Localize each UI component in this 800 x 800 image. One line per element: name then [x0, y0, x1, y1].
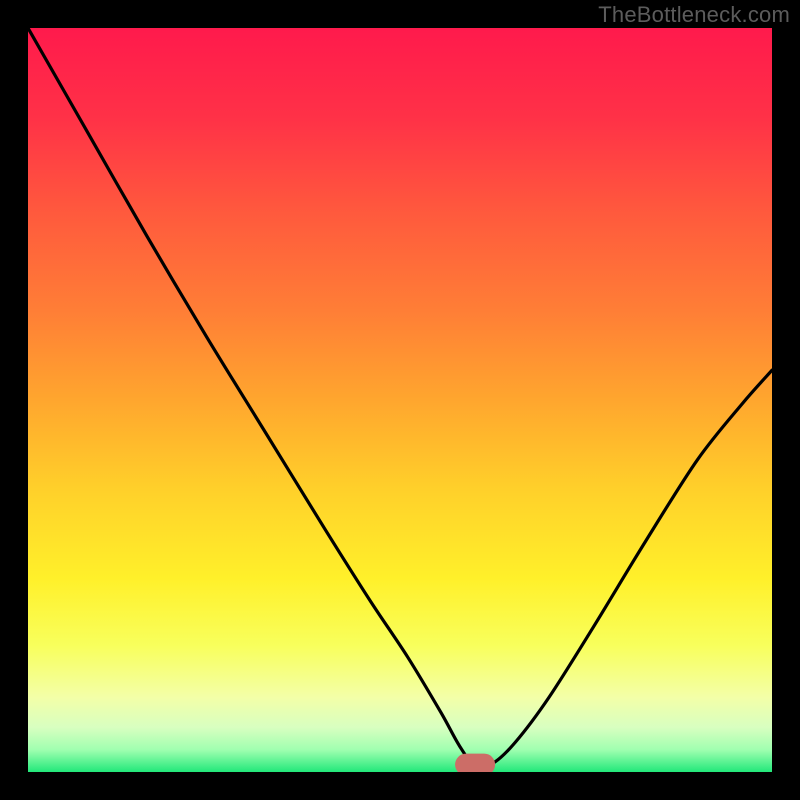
chart-frame: { "watermark": "TheBottleneck.com", "col…	[0, 0, 800, 800]
optimal-marker	[455, 754, 495, 776]
bottleneck-chart	[0, 0, 800, 800]
gradient-background	[28, 28, 772, 772]
watermark-text: TheBottleneck.com	[598, 2, 790, 28]
